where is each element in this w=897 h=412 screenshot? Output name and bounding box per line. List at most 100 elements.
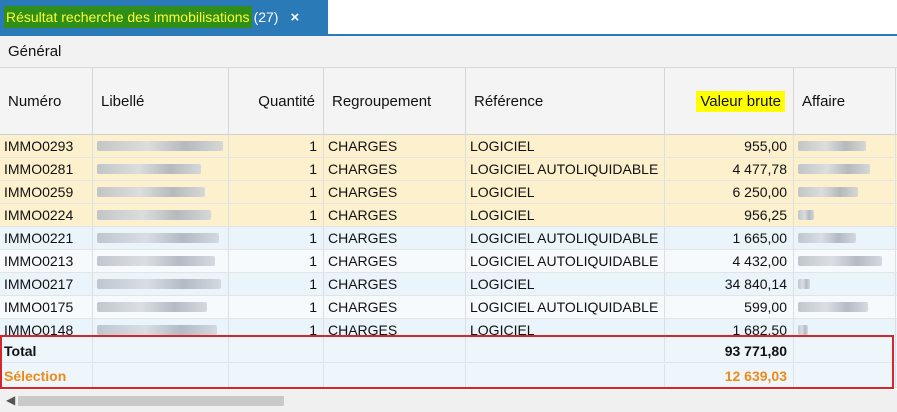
cell-valeur: 955,00 [665,135,794,157]
column-header-numero[interactable]: Numéro [0,68,93,135]
cell-affaire [794,204,896,226]
cell-valeur: 34 840,14 [665,273,794,295]
cell-regroupement: CHARGES [324,204,466,226]
redacted-text [97,210,211,220]
cell-reference: LOGICIEL AUTOLIQUIDABLE [466,227,665,249]
redacted-text [97,233,219,243]
column-header-reference[interactable]: Référence [466,68,665,135]
close-icon[interactable]: × [290,9,299,26]
cell-quantite: 1 [229,227,324,249]
cell-reference: LOGICIEL AUTOLIQUIDABLE [466,296,665,318]
totals-footer: Total 93 771,80 Sélection 12 639,03 [0,339,897,388]
cell-valeur: 1 682,50 [665,319,794,341]
cell-quantite: 1 [229,250,324,272]
cell-reference: LOGICIEL [466,319,665,341]
cell-reference: LOGICIEL [466,135,665,157]
redacted-text [798,279,810,289]
table-row[interactable]: IMMO0221 1 CHARGES LOGICIEL AUTOLIQUIDABLE 1… [0,227,897,250]
cell-libelle [93,181,229,203]
cell-reference: LOGICIEL [466,204,665,226]
cell-reference: LOGICIEL [466,273,665,295]
redacted-text [97,164,201,174]
table-row[interactable]: IMMO0213 1 CHARGES LOGICIEL AUTOLIQUIDABLE 4… [0,250,897,273]
redacted-text [798,141,866,151]
cell-regroupement: CHARGES [324,135,466,157]
cell-libelle [93,227,229,249]
cell-quantite: 1 [229,204,324,226]
cell-valeur: 4 432,00 [665,250,794,272]
total-label: Total [0,339,93,363]
cell-quantite: 1 [229,158,324,180]
cell-libelle [93,158,229,180]
redacted-text [798,187,858,197]
tab-title: Résultat recherche des immobilisations [4,6,252,28]
table-row[interactable]: IMMO0217 1 CHARGES LOGICIEL 34 840,14 [0,273,897,296]
cell-valeur: 956,25 [665,204,794,226]
cell-regroupement: CHARGES [324,227,466,249]
selection-value: 12 639,03 [665,364,794,388]
cell-affaire [794,319,896,341]
tab-bar: Résultat recherche des immobilisations (… [0,0,897,36]
cell-quantite: 1 [229,296,324,318]
cell-numero: IMMO0259 [0,181,93,203]
table-row[interactable]: IMMO0293 1 CHARGES LOGICIEL 955,00 [0,135,897,158]
column-header-libelle[interactable]: Libellé [93,68,229,135]
cell-valeur: 1 665,00 [665,227,794,249]
selection-label: Sélection [0,364,93,388]
tab-count: (27) [253,9,279,25]
redacted-text [798,302,868,312]
redacted-text [97,256,215,266]
cell-quantite: 1 [229,181,324,203]
scrollbar-thumb[interactable] [18,396,284,406]
cell-valeur: 599,00 [665,296,794,318]
cell-quantite: 1 [229,273,324,295]
table-row[interactable]: IMMO0224 1 CHARGES LOGICIEL 956,25 [0,204,897,227]
cell-regroupement: CHARGES [324,158,466,180]
cell-libelle [93,250,229,272]
redacted-text [798,325,808,335]
cell-affaire [794,135,896,157]
cell-affaire [794,158,896,180]
cell-libelle [93,273,229,295]
total-value: 93 771,80 [665,339,794,363]
cell-libelle [93,319,229,341]
tab-search-results[interactable]: Résultat recherche des immobilisations (… [0,0,328,34]
redacted-text [97,302,207,312]
cell-affaire [794,181,896,203]
cell-affaire [794,227,896,249]
cell-affaire [794,296,896,318]
section-general: Général [0,36,897,68]
cell-regroupement: CHARGES [324,181,466,203]
cell-regroupement: CHARGES [324,319,466,341]
column-header-valeur-brute[interactable]: Valeur brute [665,68,794,135]
column-header-regroupement[interactable]: Regroupement [324,68,466,135]
section-label: Général [8,43,62,60]
cell-valeur: 4 477,78 [665,158,794,180]
cell-libelle [93,296,229,318]
table-row[interactable]: IMMO0175 1 CHARGES LOGICIEL AUTOLIQUIDABLE 5… [0,296,897,319]
cell-affaire [794,250,896,272]
cell-reference: LOGICIEL [466,181,665,203]
chevron-left-icon[interactable]: ◀ [6,393,15,407]
cell-numero: IMMO0224 [0,204,93,226]
redacted-text [798,233,856,243]
cell-affaire [794,273,896,295]
cell-valeur: 6 250,00 [665,181,794,203]
cell-numero: IMMO0221 [0,227,93,249]
total-row: Total 93 771,80 [0,339,897,363]
redacted-text [97,141,223,151]
table-row[interactable]: IMMO0281 1 CHARGES LOGICIEL AUTOLIQUIDABLE 4… [0,158,897,181]
redacted-text [97,279,221,289]
cell-numero: IMMO0148 [0,319,93,341]
cell-numero: IMMO0281 [0,158,93,180]
cell-numero: IMMO0213 [0,250,93,272]
cell-regroupement: CHARGES [324,273,466,295]
cell-libelle [93,135,229,157]
column-header-quantite[interactable]: Quantité [229,68,324,135]
selection-row: Sélection 12 639,03 [0,364,897,388]
table-row[interactable]: IMMO0259 1 CHARGES LOGICIEL 6 250,00 [0,181,897,204]
column-header-affaire[interactable]: Affaire [794,68,896,135]
horizontal-scrollbar[interactable]: ◀ [0,390,897,412]
cell-numero: IMMO0175 [0,296,93,318]
cell-libelle [93,204,229,226]
